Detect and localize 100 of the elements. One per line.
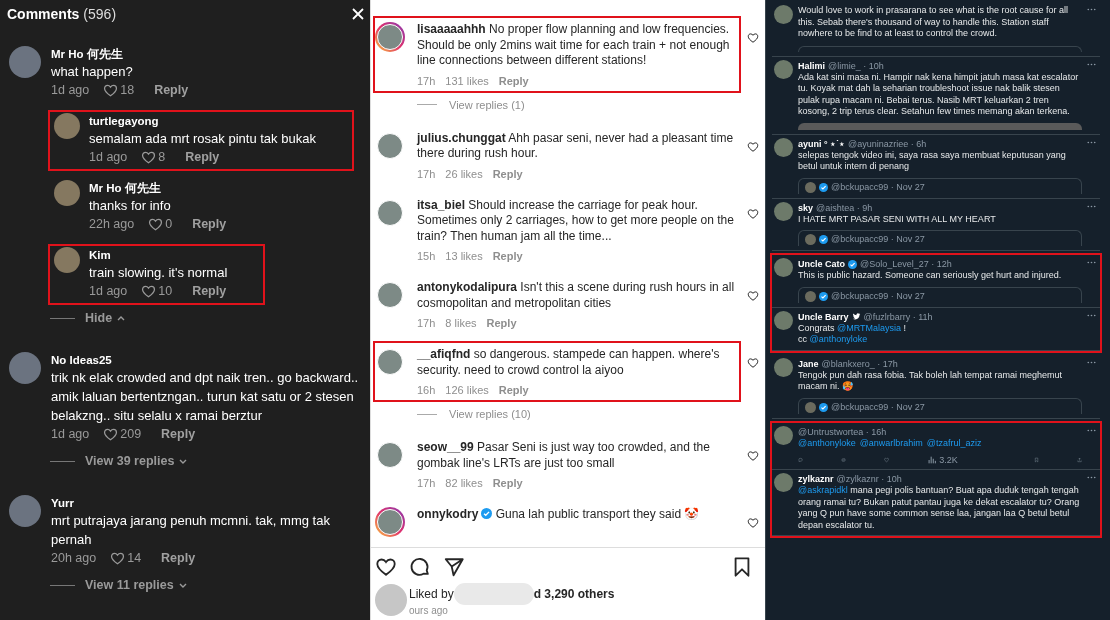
more-icon[interactable] xyxy=(1087,313,1096,317)
username-link[interactable]: __afiqfnd xyxy=(417,347,471,361)
reply-button[interactable]: Reply xyxy=(185,148,220,166)
comment-time: 16h xyxy=(417,383,436,397)
quoted-tweet-card[interactable]: @bckupacc99 · Nov 27 xyxy=(798,177,1082,194)
more-icon[interactable] xyxy=(1087,428,1096,432)
reply-button[interactable]: Reply xyxy=(161,425,196,443)
like-button[interactable]: 8 xyxy=(141,148,166,166)
mention-link[interactable]: @anthonyloke xyxy=(809,334,868,344)
reply-button[interactable]: Reply xyxy=(492,476,523,490)
display-name: Uncle Barry xyxy=(798,310,849,323)
handle-and-time: @bckupacc99 · Nov 27 xyxy=(831,234,925,245)
like-button[interactable] xyxy=(747,450,759,462)
username-link[interactable]: julius.chunggat xyxy=(417,130,506,145)
more-icon[interactable] xyxy=(1087,204,1096,208)
display-name: zylkaznr xyxy=(798,473,834,485)
like-button[interactable] xyxy=(747,32,759,44)
more-icon[interactable] xyxy=(1087,261,1096,264)
like-count: 82 likes xyxy=(445,476,483,490)
mention-link[interactable]: @MRTMalaysia xyxy=(837,322,901,333)
comment-time: 1d ago xyxy=(51,82,90,99)
username-link[interactable]: itsa_biel xyxy=(417,197,466,212)
display-name: ayuni ° ⋆˙⋆ xyxy=(798,137,846,150)
comment-text: thanks for info xyxy=(89,197,172,215)
reply-button[interactable]: Reply xyxy=(498,73,529,88)
tweet-text: Congrats @MRTMalaysia ! xyxy=(798,322,908,334)
like-button[interactable] xyxy=(747,357,759,369)
avatar xyxy=(9,46,41,78)
display-name: Halimi xyxy=(798,59,825,72)
mention-link[interactable]: @anwarlbrahim xyxy=(859,437,923,448)
reply-button[interactable]: Reply xyxy=(154,81,189,99)
avatar xyxy=(774,59,793,79)
quoted-tweet-card[interactable]: @bckupacc99 · Nov 27 xyxy=(798,230,1082,246)
username-link[interactable]: lisaaaaahhh xyxy=(417,22,486,36)
avatar xyxy=(774,5,793,24)
reply-button[interactable]: Reply xyxy=(498,383,529,397)
comment-time: 1d ago xyxy=(51,426,90,443)
more-icon[interactable] xyxy=(1087,476,1096,479)
send-icon[interactable] xyxy=(443,556,465,578)
avatar xyxy=(9,495,41,527)
heart-icon xyxy=(747,357,759,369)
like-button[interactable]: 10 xyxy=(141,282,173,300)
like-button[interactable]: 18 xyxy=(103,81,135,99)
handle-and-time: @aishtea · 9h xyxy=(816,201,873,214)
username: No Ideas25 xyxy=(51,353,113,368)
view-replies-button[interactable]: View replies (1) xyxy=(417,98,525,111)
mention-link[interactable]: @anthonyloke xyxy=(798,437,856,448)
username-link[interactable]: antonykodalipura xyxy=(417,280,517,294)
likes-count: d 3,290 others xyxy=(533,587,615,601)
avatar xyxy=(375,584,407,616)
reply-button[interactable]: Reply xyxy=(486,316,517,330)
avatar xyxy=(774,137,793,157)
heart-icon xyxy=(141,283,157,299)
quoted-tweet-card[interactable]: @bckupacc99 · Nov 27 xyxy=(798,286,1082,303)
reply-button[interactable]: Reply xyxy=(192,282,227,300)
mention-link[interactable]: @askrapidkl xyxy=(798,485,848,495)
heart-icon xyxy=(747,517,759,529)
view-replies-button[interactable]: View replies (10) xyxy=(417,408,531,420)
avatar xyxy=(774,310,793,330)
username-link[interactable]: seow__99 xyxy=(417,440,474,454)
like-button[interactable]: 0 xyxy=(148,215,173,233)
like-button[interactable] xyxy=(747,517,759,529)
handle-and-time: @Solo_Level_27 · 12h xyxy=(860,258,952,270)
comment-text: semalam ada mrt rosak pintu tak bukak xyxy=(89,130,316,148)
handle-and-time: @bckupacc99 · Nov 27 xyxy=(831,181,925,193)
heart-icon[interactable] xyxy=(375,556,397,578)
replies-toggle[interactable]: View 39 replies xyxy=(50,454,189,468)
mention-link[interactable]: @tzafrul_aziz xyxy=(926,437,982,448)
username-link[interactable]: onnykodry xyxy=(417,507,479,521)
more-icon[interactable] xyxy=(1087,62,1096,66)
replies-toggle[interactable]: Hide xyxy=(50,311,127,325)
display-name: sky xyxy=(798,201,814,214)
heart-icon xyxy=(110,550,126,566)
tweet-text: cc @anthonyloke xyxy=(798,334,869,346)
like-button[interactable] xyxy=(747,140,759,153)
comment-text: lisaaaaahhh No proper flow planning and low frequencies. Should be only 2mins wait time for each train + not enough line connections between different stations! xyxy=(417,22,731,69)
views-button[interactable]: 3.2K xyxy=(927,455,958,465)
username: Kim xyxy=(89,248,112,263)
more-icon[interactable] xyxy=(1087,8,1096,11)
comment-text: __afiqfnd so dangerous. stampede can happen. where's security. need to crowd control la aiyoo xyxy=(417,347,721,378)
username: turtlegayong xyxy=(89,114,160,129)
reply-button[interactable]: Reply xyxy=(492,166,523,181)
more-icon[interactable] xyxy=(1087,140,1096,144)
reply-button[interactable]: Reply xyxy=(492,249,523,263)
quoted-tweet-card[interactable]: @bckupacc99 · Nov 27 xyxy=(798,397,1082,414)
handle-and-time: @ayuninazriee · 6h xyxy=(848,137,927,150)
close-icon[interactable] xyxy=(352,8,364,20)
reply-button[interactable]: Reply xyxy=(161,549,196,567)
replies-toggle[interactable]: View 11 replies xyxy=(50,578,188,592)
heart-icon xyxy=(148,216,164,232)
like-button[interactable] xyxy=(747,207,759,220)
comment-time: 20h ago xyxy=(51,550,97,567)
comment-icon[interactable] xyxy=(409,556,431,578)
handle-and-time: @limie_ · 10h xyxy=(828,59,884,72)
like-button[interactable]: 209 xyxy=(103,425,142,443)
like-button[interactable] xyxy=(747,290,759,302)
like-button[interactable]: 14 xyxy=(110,549,142,567)
more-icon[interactable] xyxy=(1087,360,1096,364)
reply-button[interactable]: Reply xyxy=(192,215,227,233)
tweet-text: Ada kat sini masa ni. Hampir nak kena himpit jatuh masa kat escalator tu. Koyak mat dah la seharian troubleshoot issue nak balik stesen pulak rupa macam ni. Bebai terus. Nasib MRT keluarkan 2 tren kosong, 2 trip terus clear. Setahun few times memang akan terkena. xyxy=(798,71,1080,118)
